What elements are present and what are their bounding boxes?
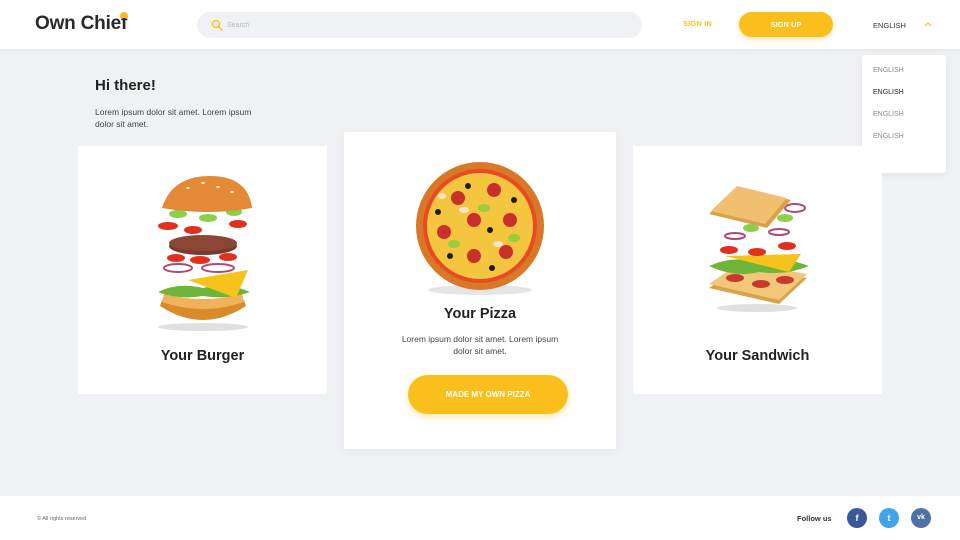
sign-in-link[interactable]: SIGN IN xyxy=(670,19,725,28)
sandwich-card[interactable]: Your Sandwich xyxy=(633,146,882,394)
sign-up-button[interactable]: SIGN UP xyxy=(739,12,833,37)
pizza-image xyxy=(416,162,544,295)
greeting-heading: Hi there! xyxy=(95,77,156,94)
footer: © All rights reserved Follow us f t vk xyxy=(0,496,960,540)
language-option[interactable]: ENGLISH xyxy=(873,67,904,74)
pizza-title: Your Pizza xyxy=(443,306,517,322)
chef-hat-icon xyxy=(120,12,128,18)
vk-icon[interactable]: vk xyxy=(911,508,931,528)
language-option-active[interactable]: ENGLISH xyxy=(873,89,904,96)
burger-card[interactable]: Your Burger xyxy=(78,146,327,394)
twitter-icon[interactable]: t xyxy=(879,508,899,528)
sandwich-image xyxy=(709,186,809,312)
search-input[interactable] xyxy=(227,12,627,38)
copyright-text: © All rights reserved xyxy=(37,516,87,522)
language-option[interactable]: ENGLISH xyxy=(873,111,904,118)
sandwich-title: Your Sandwich xyxy=(705,348,810,364)
logo[interactable]: Own Chief xyxy=(35,13,127,35)
facebook-icon[interactable]: f xyxy=(847,508,867,528)
search-bar[interactable] xyxy=(197,12,642,38)
header: Own Chief SIGN IN SIGN UP ENGLISH xyxy=(0,0,960,49)
chevron-up-icon[interactable] xyxy=(923,20,933,28)
intro-text: Lorem ipsum dolor sit amet. Lorem ipsum … xyxy=(95,107,252,129)
pizza-description: Lorem ipsum dolor sit amet. Lorem ipsum … xyxy=(401,334,559,356)
pizza-card[interactable]: Your Pizza Lorem ipsum dolor sit amet. L… xyxy=(344,132,616,449)
follow-us-label: Follow us xyxy=(797,514,832,523)
burger-title: Your Burger xyxy=(160,348,245,364)
burger-image xyxy=(158,176,252,331)
make-pizza-button[interactable]: MADE MY OWN PIZZA xyxy=(408,375,568,414)
language-option[interactable]: ENGLISH xyxy=(873,133,904,140)
language-selector[interactable]: ENGLISH xyxy=(873,21,906,30)
search-icon xyxy=(211,19,223,31)
